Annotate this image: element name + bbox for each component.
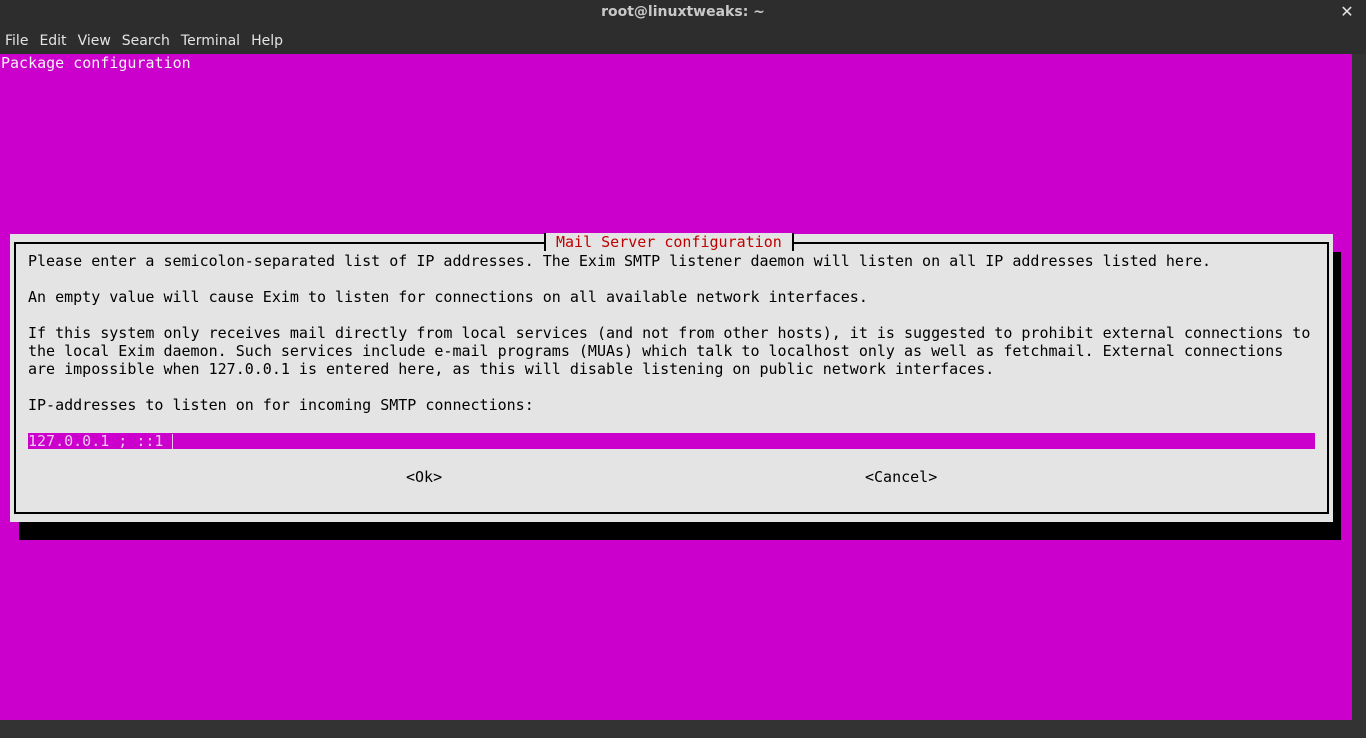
ip-addresses-value: 127.0.0.1 ; ::1 [28,432,164,450]
terminal-area[interactable]: Package configuration Mail Server config… [0,54,1352,720]
dialog-frame [14,242,1329,514]
window-bottom-edge [0,720,1366,738]
input-prompt-label: IP-addresses to listen on for incoming S… [28,396,534,414]
terminal-scrollbar[interactable] [1352,54,1366,720]
package-configuration-header: Package configuration [1,54,191,72]
window-title: root@linuxtweaks: ~ [601,4,765,20]
cancel-button[interactable]: <Cancel> [865,468,937,486]
dialog-paragraph-3-line-1: If this system only receives mail direct… [28,324,1311,342]
dialog-paragraph-3-line-3: are impossible when 127.0.0.1 is entered… [28,360,995,378]
menubar: File Edit View Search Terminal Help [0,27,1366,54]
menu-terminal[interactable]: Terminal [177,30,244,52]
mail-server-dialog: Mail Server configuration Please enter a… [10,233,1333,522]
ok-button[interactable]: <Ok> [406,468,442,486]
menu-file[interactable]: File [1,30,32,52]
menu-help[interactable]: Help [247,30,287,52]
dialog-paragraph-1: Please enter a semicolon-separated list … [28,252,1212,270]
menu-view[interactable]: View [74,30,115,52]
ip-addresses-input[interactable]: 127.0.0.1 ; ::1 [28,433,1315,449]
text-cursor [172,434,174,449]
close-icon[interactable]: ✕ [1336,2,1358,24]
menu-search[interactable]: Search [118,30,174,52]
dialog-paragraph-2: An empty value will cause Exim to listen… [28,288,868,306]
window-titlebar[interactable]: root@linuxtweaks: ~ ✕ [0,0,1366,27]
dialog-paragraph-3-line-2: the local Exim daemon. Such services inc… [28,342,1284,360]
menu-edit[interactable]: Edit [35,30,70,52]
dialog-title: Mail Server configuration [544,233,794,251]
